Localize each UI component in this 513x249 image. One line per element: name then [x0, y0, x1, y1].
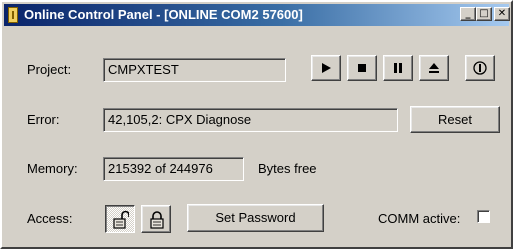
maximize-button[interactable]: □: [476, 7, 492, 21]
title-bar[interactable]: Online Control Panel - [ONLINE COM2 5760…: [4, 4, 510, 26]
play-icon: [322, 63, 331, 73]
run-button[interactable]: [311, 55, 341, 81]
unlock-access-button[interactable]: [105, 205, 135, 233]
memory-suffix: Bytes free: [258, 161, 317, 176]
eject-button[interactable]: [419, 55, 449, 81]
minimize-button[interactable]: _: [460, 7, 476, 21]
comm-active-label: COMM active:: [378, 211, 461, 226]
comm-active-checkbox[interactable]: [477, 210, 490, 223]
pause-button[interactable]: [383, 55, 413, 81]
memory-field: 215392 of 244976: [103, 157, 244, 181]
set-password-button[interactable]: Set Password: [187, 204, 324, 232]
pause-icon: [394, 63, 402, 73]
project-label: Project:: [27, 62, 72, 77]
stop-icon: [358, 64, 366, 72]
unlocked-padlock-icon: [113, 210, 129, 229]
stop-button[interactable]: [347, 55, 377, 81]
reset-button-label: Reset: [438, 112, 472, 127]
project-field: CMPXTEST: [103, 58, 286, 82]
online-control-panel-window: Online Control Panel - [ONLINE COM2 5760…: [0, 0, 513, 249]
reset-button[interactable]: Reset: [410, 106, 500, 133]
access-label: Access:: [27, 211, 73, 226]
locked-padlock-icon: [150, 211, 164, 229]
info-icon: [473, 61, 487, 75]
window-title: Online Control Panel - [ONLINE COM2 5760…: [24, 7, 303, 22]
close-button[interactable]: ✕: [494, 7, 510, 21]
memory-label: Memory:: [27, 161, 78, 176]
error-field: 42,105,2: CPX Diagnose: [103, 108, 398, 132]
lock-access-button[interactable]: [141, 205, 171, 233]
set-password-label: Set Password: [215, 210, 296, 225]
error-label: Error:: [27, 112, 60, 127]
eject-icon: [429, 63, 439, 73]
app-icon: [8, 7, 18, 23]
info-button[interactable]: [465, 55, 495, 81]
